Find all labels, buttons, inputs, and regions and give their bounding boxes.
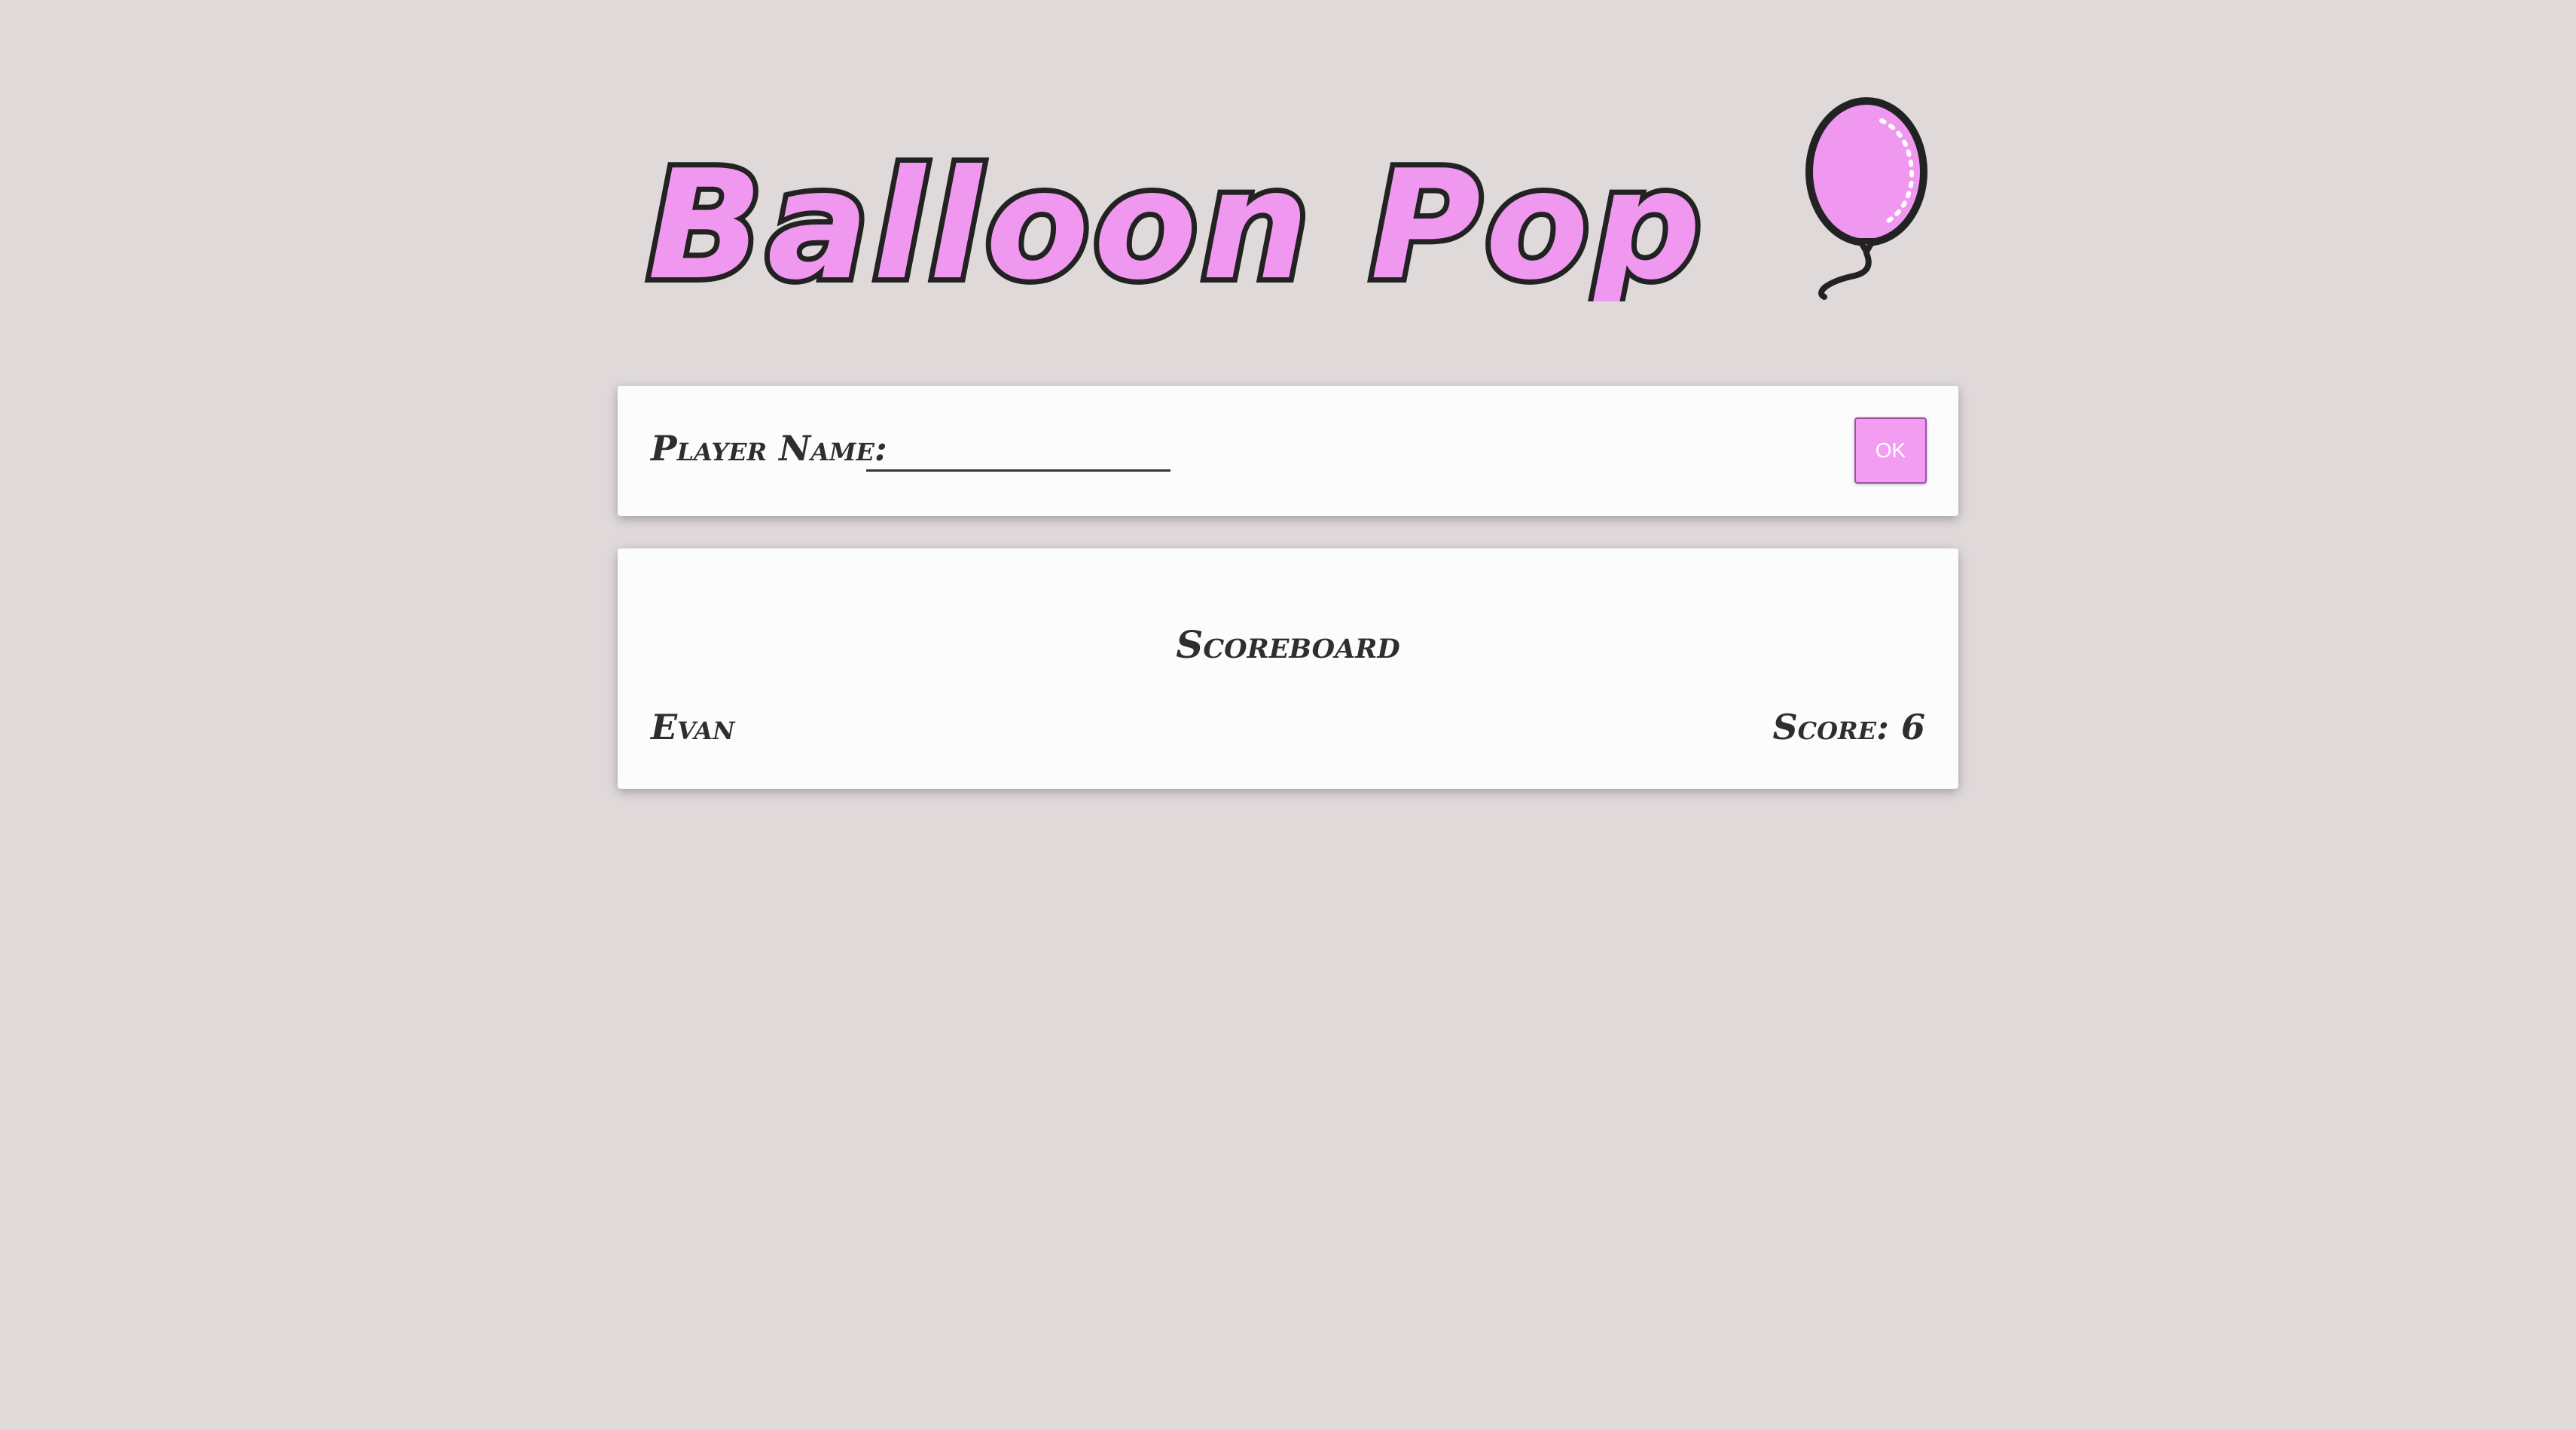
logo-title: Balloon Pop [648,138,1705,301]
logo-svg: Balloon Pop [642,97,1927,301]
balloon-icon [1805,97,1927,300]
scoreboard-player-score: Score: 6 [1772,707,1925,747]
game-logo: Balloon Pop [633,90,1943,301]
scoreboard-card: Scoreboard Evan Score: 6 [618,548,1958,789]
ok-button[interactable]: OK [1854,417,1927,484]
player-name-label: Player Name: [651,428,887,469]
player-name-card: Player Name: OK [618,386,1958,516]
scoreboard-title: Scoreboard [1176,622,1400,667]
scoreboard-player-name: Evan [651,707,735,747]
scoreboard-row: Evan Score: 6 [651,707,1925,752]
player-name-input[interactable] [866,431,1170,472]
